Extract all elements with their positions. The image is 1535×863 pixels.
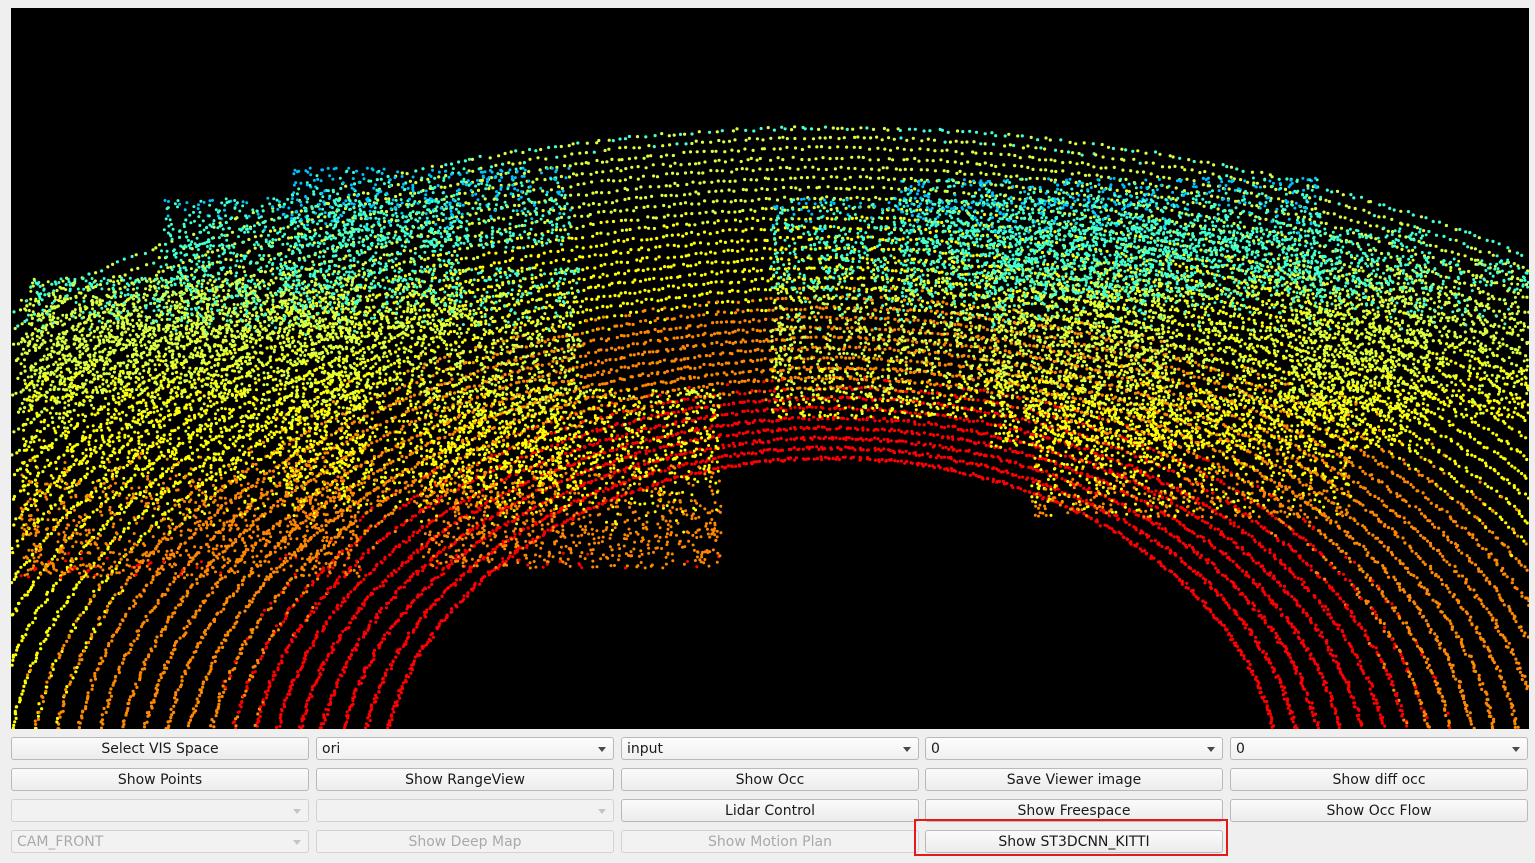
show-deep-map-button[interactable]: Show Deep Map <box>316 830 614 853</box>
save-viewer-image-label: Save Viewer image <box>1007 772 1141 788</box>
show-motion-plan-button[interactable]: Show Motion Plan <box>621 830 919 853</box>
chevron-down-icon <box>1512 747 1520 752</box>
data-combo-value: input <box>627 741 663 757</box>
show-diff-occ-label: Show diff occ <box>1332 772 1425 788</box>
lidar-control-button[interactable]: Lidar Control <box>621 799 919 822</box>
show-occ-label: Show Occ <box>736 772 805 788</box>
chevron-down-icon <box>293 840 301 845</box>
show-freespace-label: Show Freespace <box>1017 803 1130 819</box>
select-vis-space-button[interactable]: Select VIS Space <box>11 737 309 760</box>
chevron-down-icon <box>293 809 301 814</box>
data-combo[interactable]: input <box>621 737 919 760</box>
show-points-button[interactable]: Show Points <box>11 768 309 791</box>
save-viewer-image-button[interactable]: Save Viewer image <box>925 768 1223 791</box>
chevron-down-icon <box>1207 747 1215 752</box>
show-motion-plan-label: Show Motion Plan <box>708 834 832 850</box>
show-rangeview-button[interactable]: Show RangeView <box>316 768 614 791</box>
space-combo[interactable]: ori <box>316 737 614 760</box>
show-diff-occ-button[interactable]: Show diff occ <box>1230 768 1528 791</box>
show-freespace-button[interactable]: Show Freespace <box>925 799 1223 822</box>
chevron-down-icon <box>598 809 606 814</box>
show-st3dcnn-kitti-button[interactable]: Show ST3DCNN_KITTI <box>925 830 1223 853</box>
index-combo-1-value: 0 <box>931 741 940 757</box>
show-occ-flow-button[interactable]: Show Occ Flow <box>1230 799 1528 822</box>
index-combo-1[interactable]: 0 <box>925 737 1223 760</box>
show-rangeview-label: Show RangeView <box>405 772 525 788</box>
lidar-points <box>11 125 1529 729</box>
space-combo-value: ori <box>322 741 340 757</box>
show-st3dcnn-kitti-label: Show ST3DCNN_KITTI <box>998 834 1149 850</box>
chevron-down-icon <box>903 747 911 752</box>
chevron-down-icon <box>598 747 606 752</box>
lidar-control-label: Lidar Control <box>725 803 815 819</box>
index-combo-2-value: 0 <box>1236 741 1245 757</box>
point-cloud-canvas[interactable] <box>11 8 1529 729</box>
show-occ-flow-label: Show Occ Flow <box>1326 803 1431 819</box>
camera-combo[interactable]: CAM_FRONT <box>11 830 309 853</box>
empty-combo-2[interactable] <box>316 799 614 822</box>
show-deep-map-label: Show Deep Map <box>408 834 521 850</box>
show-occ-button[interactable]: Show Occ <box>621 768 919 791</box>
select-vis-space-label: Select VIS Space <box>101 741 218 757</box>
show-points-label: Show Points <box>118 772 202 788</box>
point-cloud-viewer[interactable] <box>11 8 1529 729</box>
index-combo-2[interactable]: 0 <box>1230 737 1528 760</box>
empty-combo-1[interactable] <box>11 799 309 822</box>
camera-combo-value: CAM_FRONT <box>17 834 103 850</box>
